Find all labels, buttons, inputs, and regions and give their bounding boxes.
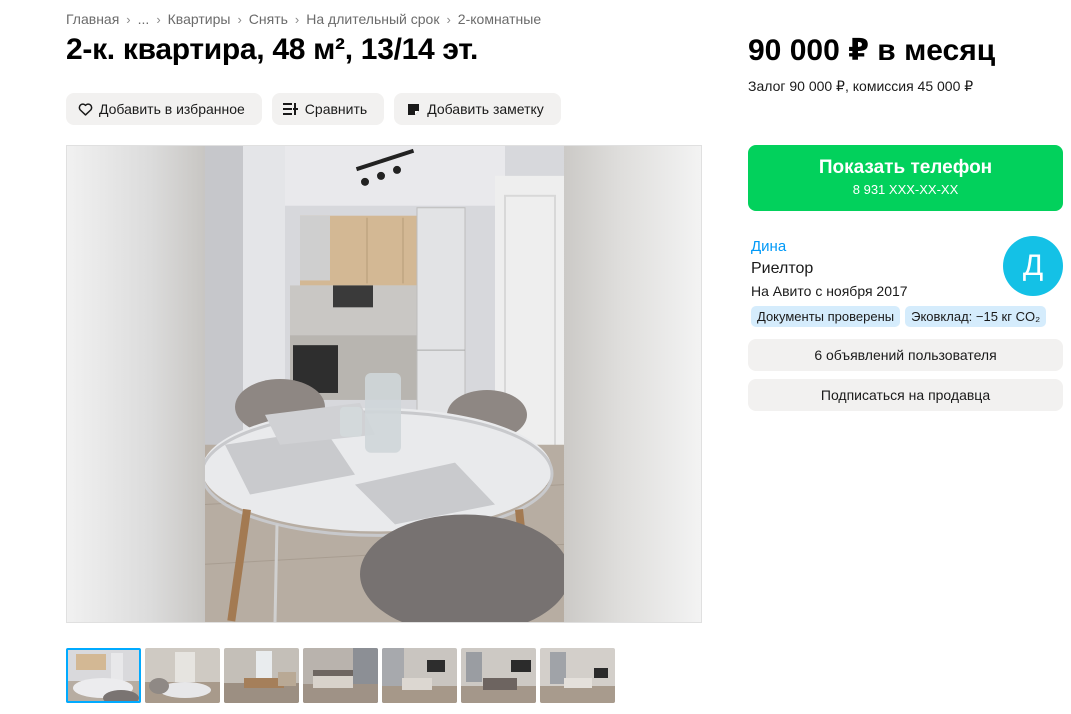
subscribe-seller-button[interactable]: Подписаться на продавца [748, 379, 1063, 411]
show-phone-button[interactable]: Показать телефон 8 931 XXX-XX-XX [748, 145, 1063, 211]
breadcrumb: Главная › ... › Квартиры › Снять › На дл… [66, 11, 541, 27]
chevron-right-icon: › [294, 11, 300, 27]
heart-icon [77, 101, 93, 117]
thumbnail-7[interactable] [540, 648, 615, 703]
eco-contribution-badge[interactable]: Эковклад: −15 кг CO₂ [905, 306, 1047, 327]
seller-badges: Документы проверены Эковклад: −15 кг CO₂ [751, 306, 1047, 327]
documents-verified-badge[interactable]: Документы проверены [751, 306, 901, 327]
breadcrumb-long-term[interactable]: На длительный срок [306, 11, 439, 27]
seller-since: На Авито с ноября 2017 [751, 283, 908, 299]
photo-gallery[interactable] [66, 145, 702, 623]
price: 90 000 ₽ в месяц [748, 34, 996, 67]
gallery-backdrop-left [67, 146, 205, 622]
thumbnail-1[interactable] [66, 648, 141, 703]
chevron-right-icon: › [156, 11, 161, 27]
thumbnail-6[interactable] [461, 648, 536, 703]
add-to-favorites-button[interactable]: Добавить в избранное [66, 93, 262, 125]
breadcrumb-rent[interactable]: Снять [249, 11, 288, 27]
chevron-right-icon: › [237, 11, 242, 27]
seller-ads-button[interactable]: 6 объявлений пользователя [748, 339, 1063, 371]
compare-icon [283, 101, 299, 117]
seller-role: Риелтор [751, 260, 814, 277]
show-phone-label: Показать телефон [818, 157, 993, 178]
breadcrumb-ellipsis[interactable]: ... [138, 11, 150, 27]
seller-name-link[interactable]: Дина [751, 238, 786, 255]
thumbnail-5[interactable] [382, 648, 457, 703]
thumbnail-strip [66, 648, 615, 703]
add-note-button[interactable]: Добавить заметку [394, 93, 561, 125]
masked-phone-number: 8 931 XXX-XX-XX [852, 182, 959, 197]
listing-actions: Добавить в избранное Сравнить Добавить з… [66, 93, 561, 125]
add-note-label: Добавить заметку [427, 101, 544, 117]
chevron-right-icon: › [126, 11, 131, 27]
deposit-info: Залог 90 000 ₽, комиссия 45 000 ₽ [748, 78, 974, 94]
avatar[interactable]: Д [1003, 236, 1063, 296]
thumbnail-4[interactable] [303, 648, 378, 703]
page-title: 2-к. квартира, 48 м², 13/14 эт. [66, 33, 479, 66]
note-icon [405, 101, 421, 117]
thumbnail-3[interactable] [224, 648, 299, 703]
chevron-right-icon: › [446, 11, 451, 27]
gallery-backdrop-right [563, 146, 701, 622]
add-to-favorites-label: Добавить в избранное [99, 101, 245, 117]
compare-label: Сравнить [304, 101, 368, 117]
main-photo[interactable] [205, 146, 564, 622]
compare-button[interactable]: Сравнить [271, 93, 385, 125]
breadcrumb-home[interactable]: Главная [66, 11, 119, 27]
breadcrumb-apartments[interactable]: Квартиры [168, 11, 231, 27]
thumbnail-2[interactable] [145, 648, 220, 703]
breadcrumb-two-room[interactable]: 2-комнатные [458, 11, 541, 27]
